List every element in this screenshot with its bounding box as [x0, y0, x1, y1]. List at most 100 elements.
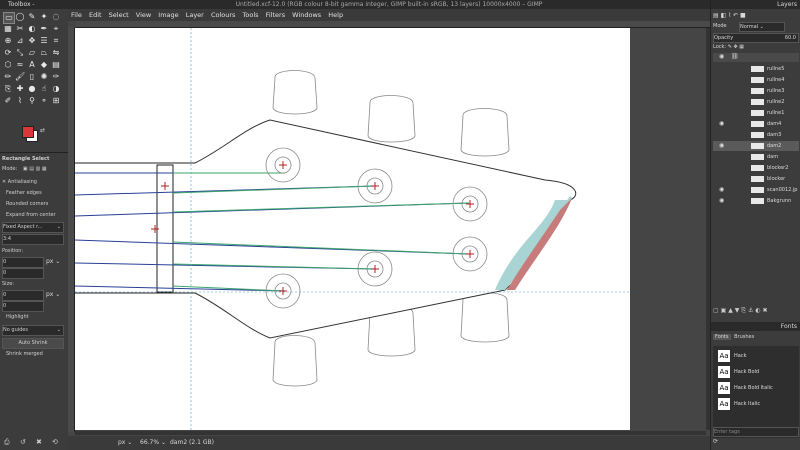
layer-row-dam4[interactable]: ◉ dam4	[713, 119, 799, 129]
delete-layer-icon[interactable]: ✖	[763, 307, 768, 314]
auto-shrink-button[interactable]: Auto Shrink	[2, 338, 64, 349]
highlight-checkbox[interactable]: Highlight	[2, 313, 66, 322]
paths-tab-icon[interactable]: ⌇	[728, 12, 731, 19]
opacity-slider[interactable]: Opacity 60.0	[713, 33, 799, 43]
position-y-input[interactable]: 0	[2, 268, 44, 279]
gradient-icon[interactable]: ▤	[51, 60, 61, 70]
mode-add-icon[interactable]: ▤	[29, 166, 34, 172]
new-group-icon[interactable]: ▣	[721, 307, 727, 314]
fonts-title-bar[interactable]: Fonts	[711, 322, 800, 331]
image-title-bar[interactable]: Untitled.xcf-12.0 (RGB colour 8-bit gamm…	[68, 0, 710, 9]
warp-icon[interactable]: ≈	[15, 60, 25, 70]
unit-select[interactable]: px ⌄	[118, 436, 132, 450]
aspect-value-input[interactable]: 3:4	[2, 234, 64, 245]
font-item[interactable]: Aa Hack Italic	[718, 397, 798, 412]
cage-icon[interactable]: ⬡	[3, 60, 13, 70]
menu-image[interactable]: Image	[158, 11, 178, 19]
layer-row-rullne4[interactable]: rullne4	[713, 75, 799, 85]
menu-layer[interactable]: Layer	[186, 11, 204, 19]
rotate-icon[interactable]: ⟳	[3, 48, 13, 58]
swap-colors-icon[interactable]: ⇄	[40, 128, 52, 134]
font-filter-input[interactable]: Enter tags	[713, 427, 799, 437]
menu-edit[interactable]: Edit	[89, 11, 102, 19]
free-select-icon[interactable]: ✎	[27, 12, 37, 22]
guides-dropdown[interactable]: No guides ⌄	[2, 325, 64, 336]
layer-row-scan0012jp[interactable]: ◉ scan0012.jp	[713, 185, 799, 195]
font-item[interactable]: Aa Hack	[718, 349, 798, 364]
horizontal-ruler[interactable]	[76, 21, 710, 28]
pencil-icon[interactable]: ✏	[3, 72, 13, 82]
layer-row-rullne3[interactable]: rullne3	[713, 86, 799, 96]
airbrush-icon[interactable]: ✺	[39, 72, 49, 82]
shear-icon[interactable]: ▱	[27, 48, 37, 58]
color-tab-icon[interactable]: ■	[740, 12, 746, 19]
raise-layer-icon[interactable]: ▲	[728, 307, 733, 314]
bucket-fill-icon[interactable]: ◆	[39, 60, 49, 70]
handle-icon[interactable]: ⊞	[51, 96, 61, 106]
size-unit-select[interactable]: px ⌄	[46, 290, 66, 299]
foreground-color-swatch[interactable]	[22, 126, 34, 138]
visibility-eye-icon[interactable]: ◉	[719, 141, 724, 151]
crop-icon[interactable]: ⌗	[51, 36, 61, 46]
visibility-eye-icon[interactable]: ◉	[719, 119, 724, 129]
lock-pixels-icon[interactable]: ✎	[728, 44, 732, 50]
scissors-icon[interactable]: ✂	[15, 24, 25, 34]
expand-from-center-checkbox[interactable]: Expand from center	[2, 211, 66, 220]
eyedropper-icon[interactable]: ⚲	[27, 96, 37, 106]
layer-mode-dropdown[interactable]: Normal ⌄	[739, 22, 785, 32]
layer-row-rullne5[interactable]: rullne5	[713, 64, 799, 74]
magnify-icon[interactable]: ⚬	[39, 96, 49, 106]
blur-icon[interactable]: ●	[27, 84, 37, 94]
visibility-eye-icon[interactable]: ◉	[719, 185, 724, 195]
menu-view[interactable]: View	[136, 11, 151, 19]
paintbrush-icon[interactable]: 🖌	[15, 72, 25, 82]
move-icon[interactable]: ✥	[27, 36, 37, 46]
flip-icon[interactable]: ⇋	[51, 48, 61, 58]
menu-windows[interactable]: Windows	[292, 11, 321, 19]
align-icon[interactable]: ☰	[39, 36, 49, 46]
visibility-eye-icon[interactable]: ◉	[719, 196, 724, 206]
refresh-fonts-icon[interactable]: ⟳	[713, 438, 718, 445]
horizontal-scrollbar[interactable]	[75, 431, 706, 435]
image-canvas[interactable]	[75, 28, 630, 430]
smudge-icon[interactable]: ☝	[39, 84, 49, 94]
lower-layer-icon[interactable]: ▼	[735, 307, 740, 314]
fixed-aspect-dropdown[interactable]: Fixed Aspect r... ⌄	[2, 222, 64, 233]
foreground-select-icon[interactable]: ◐	[27, 24, 37, 34]
rounded-corners-checkbox[interactable]: Rounded corners	[2, 200, 66, 209]
mask-icon[interactable]: ◐	[755, 307, 760, 314]
restore-options-icon[interactable]: ↺	[20, 438, 26, 446]
shrink-merged-checkbox[interactable]: Shrink merged	[2, 350, 66, 359]
perspective-icon[interactable]: ⏢	[39, 48, 49, 58]
layers-tab-icon[interactable]: ▤	[713, 12, 719, 19]
layer-row-blocker[interactable]: blocker	[713, 174, 799, 184]
lasso-icon[interactable]: ◌	[51, 12, 61, 22]
zoom-select[interactable]: 66.7% ⌄	[140, 436, 166, 450]
scale-icon[interactable]: ⤡	[15, 48, 25, 58]
ellipse-select-icon[interactable]: ◯	[15, 12, 25, 22]
size-h-input[interactable]: 0	[2, 301, 44, 312]
layer-row-bakgrunn[interactable]: ◉ Bakgrunn	[713, 196, 799, 206]
delete-options-icon[interactable]: ✖	[36, 438, 42, 446]
undo-tab-icon[interactable]: ↶	[733, 12, 738, 19]
heal-icon[interactable]: ✚	[15, 84, 25, 94]
mode-replace-icon[interactable]: ▣	[23, 166, 28, 172]
fonts-tab[interactable]: Fonts	[713, 334, 731, 340]
measure-icon[interactable]: ⊿	[15, 36, 25, 46]
fuzzy-select-icon[interactable]: ✦	[39, 12, 49, 22]
new-layer-icon[interactable]: ▢	[713, 307, 719, 314]
font-item[interactable]: Aa Hack Bold	[718, 365, 798, 380]
save-options-icon[interactable]: ⎙	[4, 438, 10, 447]
reset-options-icon[interactable]: ⟲	[52, 438, 58, 446]
mode-intersect-icon[interactable]: ▦	[42, 166, 47, 172]
layer-row-rullne1[interactable]: rullne1	[713, 108, 799, 118]
layer-row-dam2[interactable]: ◉ dam2	[713, 141, 799, 151]
rect-select-icon[interactable]: ▭	[3, 12, 15, 24]
size-w-input[interactable]: 0	[2, 290, 44, 301]
mypaint-brush-icon[interactable]: ✐	[3, 96, 13, 106]
anchor-icon[interactable]: ⚓	[748, 307, 753, 314]
font-item[interactable]: Aa Hack Bold Italic	[718, 381, 798, 396]
dodge-icon[interactable]: ◑	[51, 84, 61, 94]
layer-row-dam[interactable]: dam	[713, 152, 799, 162]
duplicate-layer-icon[interactable]: ⎘	[741, 307, 746, 314]
